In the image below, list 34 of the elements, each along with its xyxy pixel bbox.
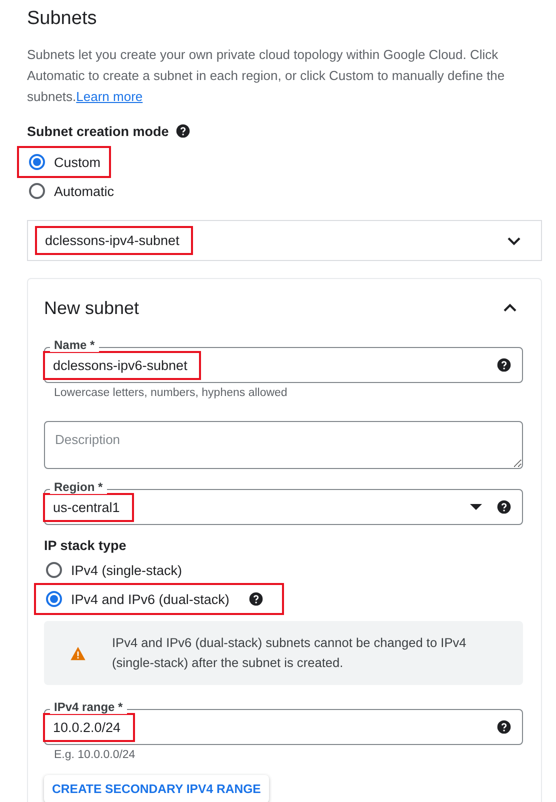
field-value: us-central1: [43, 492, 134, 522]
radio-button[interactable]: [46, 562, 62, 578]
radio-button[interactable]: [46, 591, 62, 607]
description-text: Subnets let you create your own private cloud topology within Google Cloud. Click Automatic to create a subnet in each region, or click Custom to manually define the subnets.Learn more: [27, 46, 506, 106]
field-value: dclessons-ipv6-subnet: [43, 350, 202, 380]
field-label: IPv4 range *: [50, 700, 127, 714]
field-value: 10.0.2.0/24: [43, 712, 135, 742]
create-range-button[interactable]: CREATE SECONDARY IPV4 RANGE: [44, 775, 269, 802]
radio-option[interactable]: Automatic: [17, 178, 124, 204]
field-label: Region *: [50, 480, 107, 494]
help-icon[interactable]: [174, 123, 191, 139]
dropdown-arrow-icon[interactable]: [470, 504, 482, 510]
hint-text: E.g. 10.0.0.0/24: [53, 748, 136, 761]
radio-button[interactable]: [29, 183, 45, 199]
radio-option[interactable]: Custom: [17, 146, 111, 178]
description-field[interactable]: Description: [44, 421, 523, 469]
group-label-text: IP stack type: [44, 536, 128, 555]
subnet-row[interactable]: dclessons-ipv4-subnet: [27, 220, 542, 261]
group-label-text: Subnet creation mode: [27, 124, 169, 138]
help-icon[interactable]: [496, 719, 512, 735]
help-icon[interactable]: [248, 591, 264, 607]
radio-button[interactable]: [29, 154, 45, 170]
warning-icon: [70, 646, 86, 660]
section-title: Subnets: [27, 7, 98, 31]
radio-option[interactable]: IPv4 and IPv6 (dual-stack): [34, 583, 284, 615]
help-icon[interactable]: [496, 357, 512, 373]
help-icon[interactable]: [496, 499, 512, 515]
warning-text: IPv4 and IPv6 (dual-stack) subnets cannot be changed to IPv4 (single-stack) after the subnet is created.: [112, 634, 468, 672]
subnet-name: dclessons-ipv4-subnet: [35, 226, 194, 255]
field-label: Name *: [50, 338, 99, 352]
card-title: New subnet: [44, 298, 140, 318]
radio-option[interactable]: IPv4 (single-stack): [34, 557, 192, 583]
learn-more-link[interactable]: Learn more: [76, 89, 143, 104]
hint-text: Lowercase letters, numbers, hyphens allowed: [53, 386, 288, 399]
